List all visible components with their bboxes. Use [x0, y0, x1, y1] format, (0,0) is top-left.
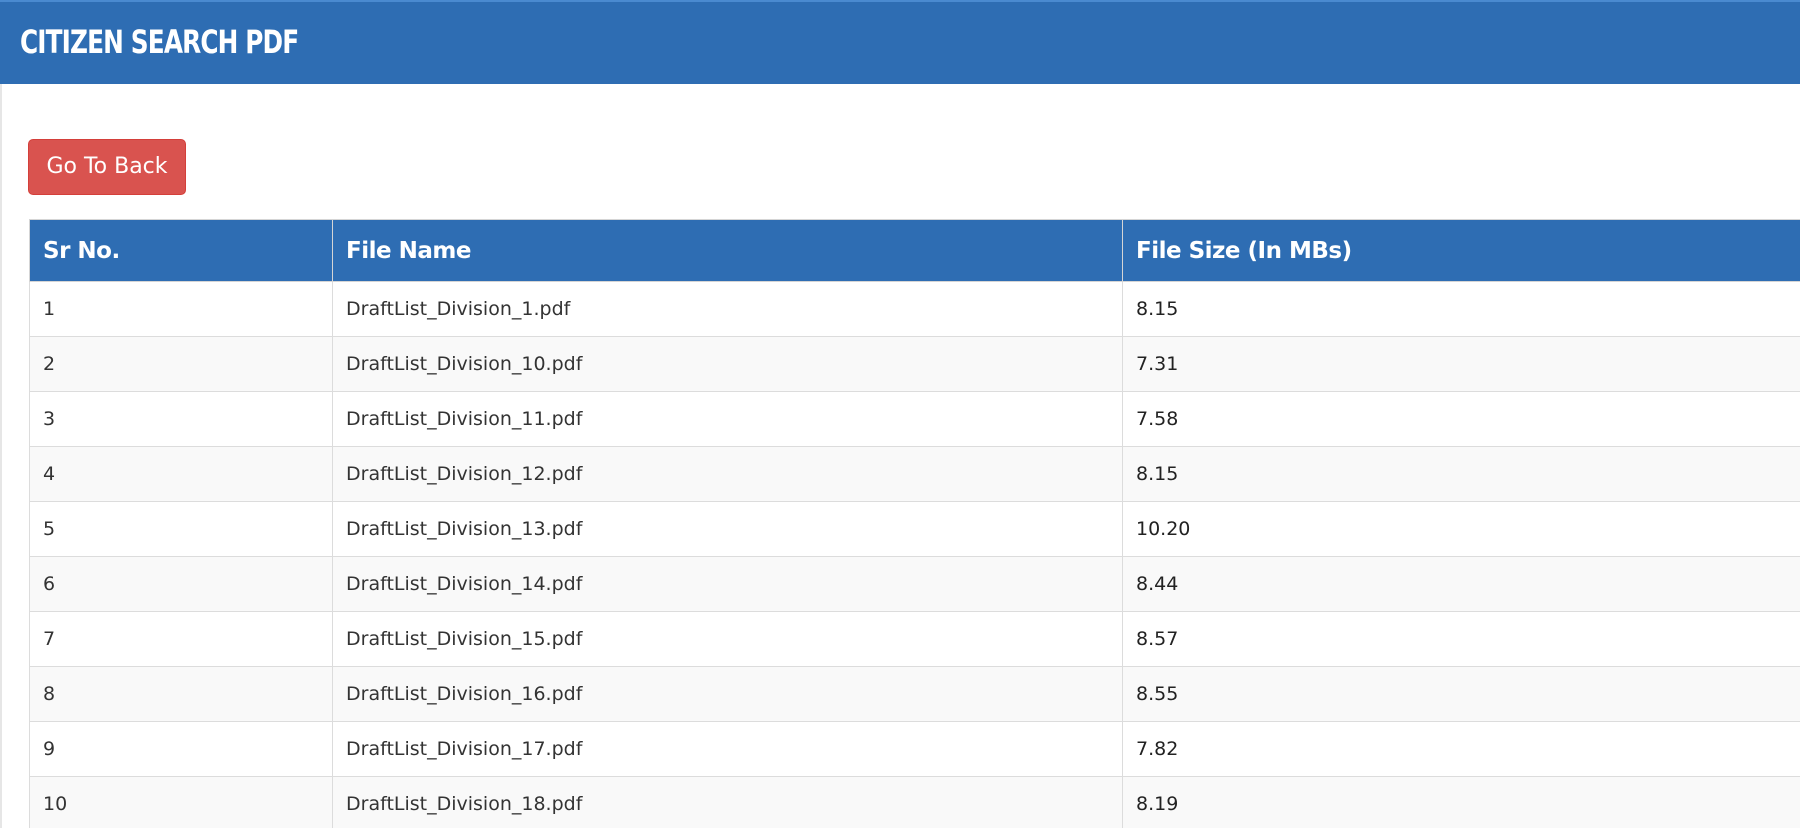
- cell-file-size: 7.31: [1122, 336, 1800, 392]
- cell-file-size: 8.15: [1122, 446, 1800, 502]
- table-row[interactable]: 4 DraftList_Division_12.pdf 8.15: [29, 446, 1800, 502]
- cell-sr-no: 3: [29, 391, 333, 447]
- column-header-sr-no[interactable]: Sr No.: [29, 219, 333, 282]
- cell-file-name[interactable]: DraftList_Division_15.pdf: [332, 611, 1123, 667]
- table-row[interactable]: 3 DraftList_Division_11.pdf 7.58: [29, 391, 1800, 447]
- column-header-file-name[interactable]: File Name: [332, 219, 1123, 282]
- cell-file-size: 8.57: [1122, 611, 1800, 667]
- files-table: Sr No. File Name File Size (In MBs) 1 Dra…: [29, 219, 1800, 828]
- cell-file-name[interactable]: DraftList_Division_13.pdf: [332, 501, 1123, 557]
- top-header-bar: CITIZEN SEARCH PDF: [0, 0, 1800, 84]
- files-table-container: Sr No. File Name File Size (In MBs) 1 Dra…: [29, 219, 1800, 828]
- page: CITIZEN SEARCH PDF Go To Back Sr No. Fil…: [0, 0, 1800, 828]
- cell-sr-no: 10: [29, 776, 333, 828]
- cell-file-name[interactable]: DraftList_Division_16.pdf: [332, 666, 1123, 722]
- cell-file-name[interactable]: DraftList_Division_1.pdf: [332, 281, 1123, 337]
- cell-sr-no: 9: [29, 721, 333, 777]
- cell-file-size: 8.19: [1122, 776, 1800, 828]
- cell-sr-no: 8: [29, 666, 333, 722]
- page-title: CITIZEN SEARCH PDF: [20, 23, 299, 61]
- column-header-file-size[interactable]: File Size (In MBs): [1122, 219, 1800, 282]
- cell-file-name[interactable]: DraftList_Division_12.pdf: [332, 446, 1123, 502]
- cell-file-name[interactable]: DraftList_Division_17.pdf: [332, 721, 1123, 777]
- table-row[interactable]: 2 DraftList_Division_10.pdf 7.31: [29, 336, 1800, 392]
- table-body: 1 DraftList_Division_1.pdf 8.15 2 DraftList_…: [29, 281, 1800, 828]
- cell-sr-no: 2: [29, 336, 333, 392]
- table-header: Sr No. File Name File Size (In MBs): [29, 219, 1800, 282]
- cell-file-name[interactable]: DraftList_Division_18.pdf: [332, 776, 1123, 828]
- cell-sr-no: 5: [29, 501, 333, 557]
- table-row[interactable]: 6 DraftList_Division_14.pdf 8.44: [29, 556, 1800, 612]
- cell-file-name[interactable]: DraftList_Division_11.pdf: [332, 391, 1123, 447]
- table-row[interactable]: 9 DraftList_Division_17.pdf 7.82: [29, 721, 1800, 777]
- cell-file-size: 7.58: [1122, 391, 1800, 447]
- table-row[interactable]: 10 DraftList_Division_18.pdf 8.19: [29, 776, 1800, 828]
- cell-file-name[interactable]: DraftList_Division_14.pdf: [332, 556, 1123, 612]
- cell-sr-no: 7: [29, 611, 333, 667]
- cell-sr-no: 4: [29, 446, 333, 502]
- cell-sr-no: 6: [29, 556, 333, 612]
- cell-file-size: 10.20: [1122, 501, 1800, 557]
- cell-sr-no: 1: [29, 281, 333, 337]
- left-divider: [0, 84, 2, 828]
- table-row[interactable]: 1 DraftList_Division_1.pdf 8.15: [29, 281, 1800, 337]
- cell-file-size: 8.15: [1122, 281, 1800, 337]
- cell-file-name[interactable]: DraftList_Division_10.pdf: [332, 336, 1123, 392]
- table-row[interactable]: 7 DraftList_Division_15.pdf 8.57: [29, 611, 1800, 667]
- table-row[interactable]: 5 DraftList_Division_13.pdf 10.20: [29, 501, 1800, 557]
- cell-file-size: 8.55: [1122, 666, 1800, 722]
- table-row[interactable]: 8 DraftList_Division_16.pdf 8.55: [29, 666, 1800, 722]
- go-back-button[interactable]: Go To Back: [28, 139, 186, 195]
- table-header-row: Sr No. File Name File Size (In MBs): [29, 219, 1800, 282]
- cell-file-size: 8.44: [1122, 556, 1800, 612]
- cell-file-size: 7.82: [1122, 721, 1800, 777]
